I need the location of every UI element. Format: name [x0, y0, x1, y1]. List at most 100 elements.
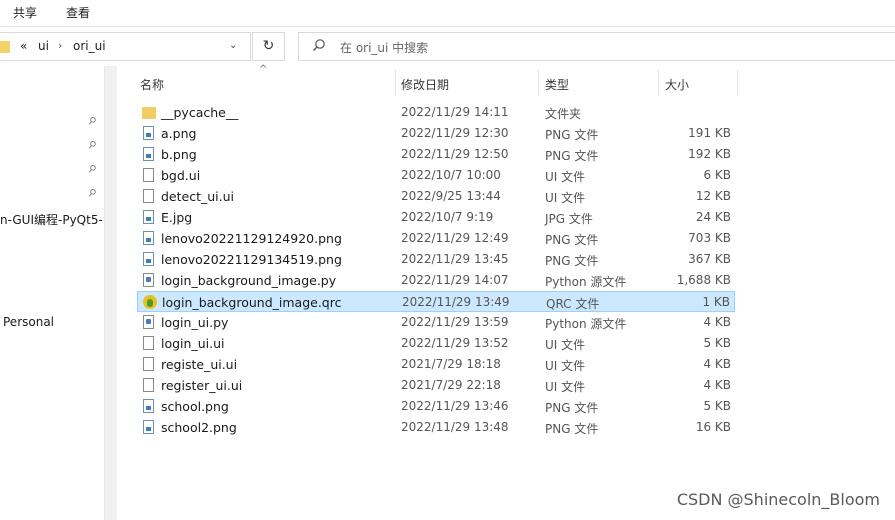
nav-scrollbar[interactable] — [104, 66, 117, 520]
file-row[interactable]: school2.png 2022/11/29 13:48 PNG 文件 16 KB — [137, 417, 735, 438]
file-row[interactable]: register_ui.ui 2021/7/29 22:18 UI 文件 4 KB — [137, 375, 735, 396]
python-file-icon — [143, 273, 154, 287]
file-row[interactable]: b.png 2022/11/29 12:50 PNG 文件 192 KB — [137, 144, 735, 165]
search-box[interactable]: 在 ori_ui 中搜索 — [298, 32, 895, 61]
file-name: register_ui.ui — [161, 378, 243, 393]
file-type: UI 文件 — [545, 191, 586, 205]
refresh-button[interactable]: ↻ — [252, 32, 285, 61]
file-type: Python 源文件 — [545, 275, 627, 289]
nav-item-personal[interactable]: Personal — [3, 315, 54, 329]
breadcrumb-overflow[interactable]: « — [20, 39, 27, 53]
pin-icon: ⚲ — [85, 114, 99, 129]
png-file-icon — [143, 420, 154, 434]
file-row[interactable]: login_background_image.qrc 2022/11/29 13:… — [137, 291, 735, 312]
ribbon-divider — [0, 26, 895, 27]
file-row[interactable]: bgd.ui 2022/10/7 10:00 UI 文件 6 KB — [137, 165, 735, 186]
png-file-icon — [143, 126, 154, 140]
file-name: school2.png — [161, 420, 237, 435]
file-row[interactable]: login_ui.ui 2022/11/29 13:52 UI 文件 5 KB — [137, 333, 735, 354]
column-divider[interactable] — [737, 70, 738, 96]
tab-view[interactable]: 查看 — [66, 4, 90, 21]
file-size: 6 KB — [703, 168, 731, 182]
qrc-file-icon — [143, 295, 157, 309]
column-type-label: 类型 — [545, 78, 570, 92]
file-row[interactable]: lenovo20221129134519.png 2022/11/29 13:45… — [137, 249, 735, 270]
ui-file-icon — [143, 378, 154, 392]
breadcrumb-ori-ui[interactable]: ori_ui — [73, 39, 106, 53]
navigation-pane: ⚲ ⚲ ⚲ ⚲ n-GUI编程-PyQt5- Personal — [0, 66, 104, 520]
file-type: PNG 文件 — [545, 233, 599, 247]
file-row[interactable]: E.jpg 2022/10/7 9:19 JPG 文件 24 KB — [137, 207, 735, 228]
pin-icon: ⚲ — [85, 186, 99, 201]
file-date: 2022/9/25 13:44 — [401, 189, 501, 203]
folder-icon — [0, 41, 10, 53]
file-type: PNG 文件 — [545, 149, 599, 163]
file-type: PNG 文件 — [545, 128, 599, 142]
file-name: registe_ui.ui — [161, 357, 238, 372]
file-date: 2022/11/29 12:50 — [401, 147, 509, 161]
file-row[interactable]: lenovo20221129124920.png 2022/11/29 12:49… — [137, 228, 735, 249]
file-name: bgd.ui — [161, 168, 201, 183]
file-name: b.png — [161, 147, 197, 162]
file-name: detect_ui.ui — [161, 189, 235, 204]
file-name: lenovo20221129134519.png — [161, 252, 342, 267]
png-file-icon — [143, 231, 154, 245]
file-type: 文件夹 — [545, 107, 582, 121]
file-type: Python 源文件 — [545, 317, 627, 331]
ui-file-icon — [143, 168, 154, 182]
chevron-right-icon[interactable]: › — [58, 39, 62, 52]
file-size: 4 KB — [703, 315, 731, 329]
file-date: 2022/10/7 9:19 — [401, 210, 494, 224]
png-file-icon — [143, 252, 154, 266]
file-date: 2022/11/29 13:46 — [401, 399, 509, 413]
column-header-type[interactable]: 类型 — [539, 66, 658, 96]
column-name-label: 名称 — [140, 78, 165, 92]
file-date: 2022/11/29 13:48 — [401, 420, 509, 434]
file-size: 1 KB — [702, 295, 730, 309]
file-size: 5 KB — [703, 336, 731, 350]
file-date: 2021/7/29 18:18 — [401, 357, 501, 371]
breadcrumb-ui[interactable]: ui — [38, 39, 49, 53]
file-row[interactable]: a.png 2022/11/29 12:30 PNG 文件 191 KB — [137, 123, 735, 144]
folder-icon — [142, 107, 156, 119]
address-bar[interactable]: « ui › ori_ui ⌄ — [0, 32, 251, 61]
file-name: login_ui.py — [161, 315, 229, 330]
file-size: 367 KB — [688, 252, 731, 266]
search-icon — [312, 38, 326, 56]
file-type: JPG 文件 — [545, 212, 593, 226]
file-size: 5 KB — [703, 399, 731, 413]
column-header-date[interactable]: 修改日期 — [396, 66, 538, 96]
file-size: 191 KB — [688, 126, 731, 140]
file-name: E.jpg — [161, 210, 193, 225]
file-date: 2022/11/29 12:30 — [401, 126, 509, 140]
watermark: CSDN @Shinecoln_Bloom — [676, 490, 880, 509]
file-row[interactable]: school.png 2022/11/29 13:46 PNG 文件 5 KB — [137, 396, 735, 417]
file-type: PNG 文件 — [545, 254, 599, 268]
file-date: 2022/11/29 13:59 — [401, 315, 509, 329]
file-row[interactable]: __pycache__ 2022/11/29 14:11 文件夹 — [137, 102, 735, 123]
chevron-down-icon[interactable]: ⌄ — [229, 40, 237, 51]
file-name: lenovo20221129124920.png — [161, 231, 342, 246]
file-date: 2022/11/29 12:49 — [401, 231, 509, 245]
file-row[interactable]: login_ui.py 2022/11/29 13:59 Python 源文件 4 K… — [137, 312, 735, 333]
file-date: 2021/7/29 22:18 — [401, 378, 501, 392]
jpg-file-icon — [143, 210, 154, 224]
file-date: 2022/11/29 14:07 — [401, 273, 509, 287]
file-row[interactable]: login_background_image.py 2022/11/29 14:0… — [137, 270, 735, 291]
file-size: 24 KB — [695, 210, 731, 224]
file-size: 12 KB — [695, 189, 731, 203]
column-header-size[interactable]: 大小 — [659, 66, 737, 96]
file-date: 2022/10/7 10:00 — [401, 168, 501, 182]
file-type: UI 文件 — [545, 170, 586, 184]
tab-share[interactable]: 共享 — [13, 4, 37, 21]
file-size: 4 KB — [703, 357, 731, 371]
nav-item-pyqt5[interactable]: n-GUI编程-PyQt5- — [0, 211, 103, 228]
file-name: school.png — [161, 399, 229, 414]
file-row[interactable]: detect_ui.ui 2022/9/25 13:44 UI 文件 12 KB — [137, 186, 735, 207]
file-date: 2022/11/29 13:49 — [402, 295, 510, 309]
file-date: 2022/11/29 14:11 — [401, 105, 509, 119]
file-size: 1,688 KB — [676, 273, 731, 287]
ui-file-icon — [143, 189, 154, 203]
column-date-label: 修改日期 — [401, 78, 450, 92]
file-row[interactable]: registe_ui.ui 2021/7/29 18:18 UI 文件 4 KB — [137, 354, 735, 375]
